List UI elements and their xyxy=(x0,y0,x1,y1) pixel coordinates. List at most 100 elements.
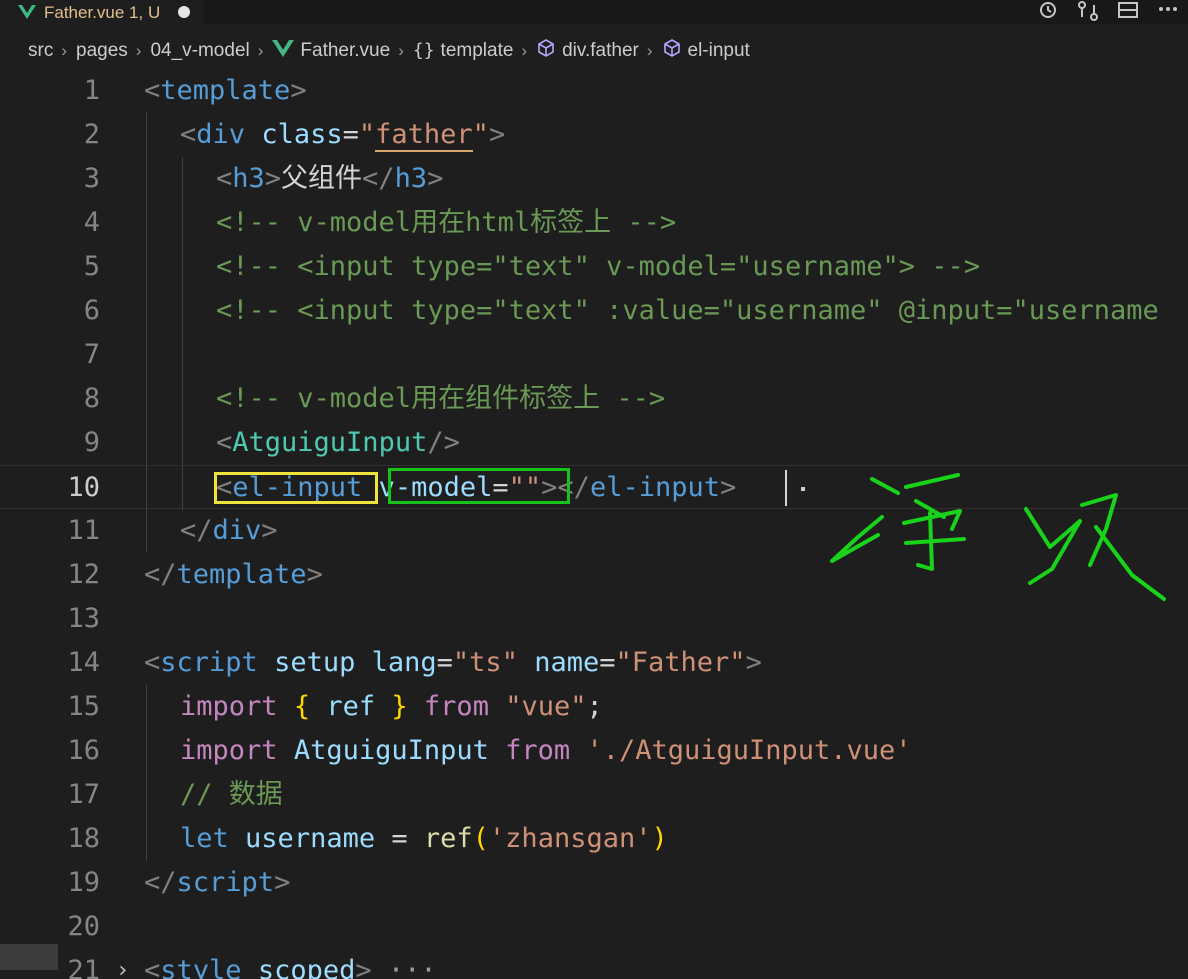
breadcrumb-chevron-icon: › xyxy=(135,41,142,60)
breadcrumb-item[interactable]: el-input xyxy=(662,38,750,64)
indent-guide xyxy=(146,113,147,157)
code-token: < xyxy=(216,427,233,458)
code-token: from xyxy=(505,735,571,766)
code-token: " xyxy=(358,119,376,150)
handwritten-annotation xyxy=(830,473,1166,601)
code-token: " xyxy=(472,119,489,150)
fold-chevron-icon[interactable]: › xyxy=(116,949,129,979)
code-line[interactable]: 17 // 数据 xyxy=(0,773,1188,817)
code-line[interactable]: 21 › <style scoped> ··· xyxy=(0,949,1188,979)
code-token: "ts" xyxy=(452,647,518,678)
code-line[interactable]: 19 </script> xyxy=(0,861,1188,905)
indent-guide xyxy=(182,201,183,245)
code-token: { xyxy=(293,691,311,722)
code-token: template xyxy=(176,559,307,590)
indent-guide xyxy=(146,245,147,289)
code-token: > xyxy=(264,163,282,194)
line-number: 19 xyxy=(67,867,100,898)
code-text: <h3>父组件</h3> xyxy=(216,157,443,201)
timeline-icon[interactable] xyxy=(1036,1,1060,23)
code-token: <!-- <input type="text" :value="username… xyxy=(216,295,1159,326)
breadcrumb-label: Father.vue xyxy=(300,40,391,61)
code-line[interactable]: 14 <script setup lang="ts" name="Father"> xyxy=(0,641,1188,685)
code-line[interactable]: 6 <!-- <input type="text" :value="usernam… xyxy=(0,289,1188,333)
more-actions-icon[interactable] xyxy=(1156,1,1180,23)
code-token: > xyxy=(274,867,291,898)
code-token: < xyxy=(144,955,161,979)
breadcrumb-item[interactable]: pages xyxy=(76,40,128,62)
code-text: // 数据 xyxy=(180,773,283,817)
breadcrumb-label: template xyxy=(440,40,514,61)
editor-actions xyxy=(1036,0,1180,24)
code-text: <div class="father"> xyxy=(180,113,505,157)
code-line[interactable]: 2 <div class="father"> xyxy=(0,113,1188,157)
code-token: < xyxy=(216,163,233,194)
code-token: <!-- <input type="text" v-model="usernam… xyxy=(216,251,981,282)
code-token: > xyxy=(427,163,444,194)
indent-guide xyxy=(182,466,183,510)
code-token: = xyxy=(599,647,616,678)
breadcrumb-item[interactable]: Father.vue xyxy=(272,39,391,63)
indent-guide xyxy=(146,509,147,553)
code-line[interactable]: 20 xyxy=(0,905,1188,949)
code-token: </ xyxy=(144,867,177,898)
cube-icon xyxy=(662,38,682,64)
code-token: ref xyxy=(326,691,376,722)
line-number: 4 xyxy=(83,207,100,238)
line-number: 17 xyxy=(67,779,100,810)
code-token: > xyxy=(488,119,506,150)
code-line[interactable]: 18 let username = ref('zhansgan') xyxy=(0,817,1188,861)
code-line[interactable]: 9 <AtguiguInput/> xyxy=(0,421,1188,465)
vue-icon xyxy=(18,5,36,19)
code-token: lang xyxy=(371,647,437,678)
breadcrumb-chevron-icon: › xyxy=(646,41,653,60)
compare-changes-icon[interactable] xyxy=(1076,1,1100,23)
code-line[interactable]: 8 <!-- v-model用在组件标签上 --> xyxy=(0,377,1188,421)
code-line[interactable]: 1 <template> xyxy=(0,69,1188,113)
code-token: < xyxy=(180,119,197,150)
code-token: <!-- v-model用在组件标签上 --> xyxy=(216,383,666,414)
code-text: import { ref } from "vue"; xyxy=(180,685,603,729)
line-number: 20 xyxy=(67,911,100,942)
code-token: h3 xyxy=(232,163,265,194)
breadcrumb-item[interactable]: src xyxy=(28,40,53,62)
code-line[interactable]: 16 import AtguiguInput from './AtguiguInp… xyxy=(0,729,1188,773)
code-token: father xyxy=(375,119,473,152)
indent-guide xyxy=(182,245,183,289)
split-editor-icon[interactable] xyxy=(1116,1,1140,23)
code-text: <script setup lang="ts" name="Father"> xyxy=(144,641,762,685)
line-number: 10 xyxy=(67,472,100,503)
breadcrumb-item[interactable]: {} template xyxy=(413,40,514,62)
editor-tab-father-vue[interactable]: Father.vue 1, U xyxy=(0,0,205,24)
code-line[interactable]: 3 <h3>父组件</h3> xyxy=(0,157,1188,201)
line-number: 8 xyxy=(83,383,100,414)
code-token: </ xyxy=(362,163,395,194)
code-line[interactable]: 5 <!-- <input type="text" v-model="userna… xyxy=(0,245,1188,289)
braces-icon: {} xyxy=(412,40,435,61)
indent-guide xyxy=(182,289,183,333)
code-line[interactable]: 4 <!-- v-model用在html标签上 --> xyxy=(0,201,1188,245)
indent-guide xyxy=(146,466,147,510)
breadcrumb-label: 04_v-model xyxy=(150,40,250,61)
code-token: script xyxy=(176,867,275,898)
code-line[interactable]: 15 import { ref } from "vue"; xyxy=(0,685,1188,729)
line-number: 6 xyxy=(83,295,100,326)
breadcrumb-item[interactable]: div.father xyxy=(536,38,639,64)
code-line[interactable]: 7 xyxy=(0,333,1188,377)
code-token: class xyxy=(261,119,343,150)
code-token: "Father" xyxy=(615,647,746,678)
breadcrumb-chevron-icon: › xyxy=(398,41,404,60)
indent-guide xyxy=(146,421,147,465)
code-token: style xyxy=(160,955,242,979)
breadcrumb-chevron-icon: › xyxy=(61,41,67,60)
breadcrumb-item[interactable]: 04_v-model xyxy=(150,40,249,62)
code-token: div xyxy=(212,515,262,546)
